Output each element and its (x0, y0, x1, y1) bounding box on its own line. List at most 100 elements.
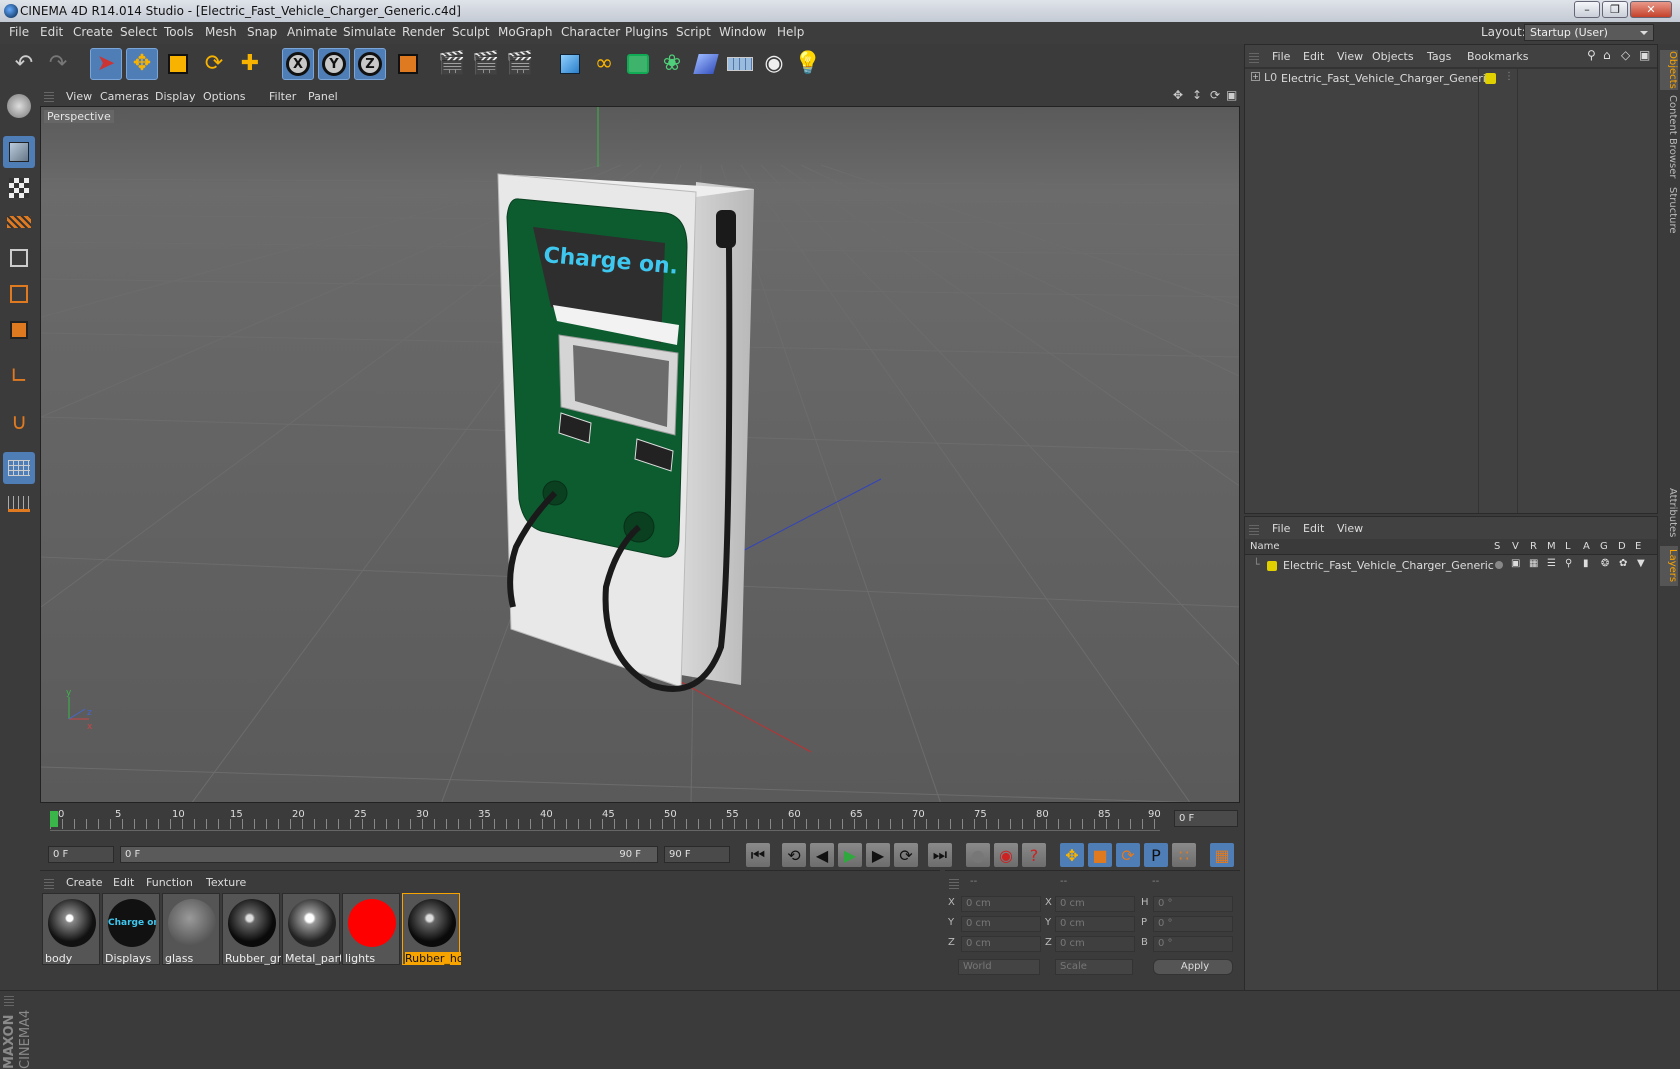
size-y-field[interactable]: 0 cm (1055, 916, 1135, 932)
polygons-mode-icon[interactable] (3, 314, 35, 346)
menu-simulate[interactable]: Simulate (343, 25, 396, 39)
go-to-start-icon[interactable]: ⏮ (746, 843, 770, 867)
menu-select[interactable]: Select (120, 25, 157, 39)
lock-toggle-icon[interactable]: ⚲ (1565, 558, 1572, 569)
layers-menu-view[interactable]: View (1337, 522, 1363, 535)
model-mode-icon[interactable] (3, 136, 35, 168)
material-swatch-rubber-grip[interactable]: Rubber_gri (222, 893, 280, 965)
edges-mode-icon[interactable] (3, 278, 35, 310)
viewport-menu-panel[interactable]: Panel (308, 90, 338, 103)
timeline-track[interactable]: 0 5 10 15 20 25 30 35 40 45 50 55 60 65 … (50, 809, 1160, 831)
auto-keying-icon[interactable]: ◉ (994, 843, 1018, 867)
rotation-b-field[interactable]: 0 ° (1153, 936, 1233, 952)
rotate-icon[interactable]: ⟳ (198, 48, 230, 80)
axis-mode-icon[interactable]: ∟ (3, 360, 35, 392)
viewport-menu-filter[interactable]: Filter (269, 90, 296, 103)
keyframe-selection-icon[interactable]: ? (1022, 843, 1046, 867)
column-deformers[interactable]: D (1618, 541, 1626, 552)
material-menu-edit[interactable]: Edit (113, 876, 134, 889)
key-position-icon[interactable]: ✥ (1060, 843, 1084, 867)
timeline-window-icon[interactable]: ▦ (1210, 843, 1234, 867)
apply-button[interactable]: Apply (1153, 959, 1233, 975)
key-rotation-icon[interactable]: ⟳ (1116, 843, 1140, 867)
position-x-field[interactable]: 0 cm (961, 896, 1041, 912)
viewport-menu-view[interactable]: View (66, 90, 92, 103)
generator-toggle-icon[interactable]: ❂ (1601, 558, 1609, 569)
menu-script[interactable]: Script (676, 25, 711, 39)
material-swatch-body[interactable]: body (42, 893, 100, 965)
start-frame-field[interactable]: 0 F (48, 846, 114, 863)
rotation-p-field[interactable]: 0 ° (1153, 916, 1233, 932)
manager-toggle-icon[interactable]: ☰ (1547, 558, 1556, 569)
expression-toggle-icon[interactable]: ▼ (1637, 558, 1645, 569)
move-icon[interactable]: ✥ (126, 48, 158, 80)
floor-icon[interactable] (724, 48, 756, 80)
undo-icon[interactable]: ↶ (8, 48, 40, 80)
menu-window[interactable]: Window (719, 25, 766, 39)
x-axis-icon[interactable]: X (282, 48, 314, 80)
material-swatch-metal-part[interactable]: Metal_part (282, 893, 340, 965)
menu-sculpt[interactable]: Sculpt (452, 25, 489, 39)
material-menu-function[interactable]: Function (146, 876, 193, 889)
previous-key-icon[interactable]: ⟲ (782, 843, 806, 867)
key-parameter-icon[interactable]: P (1144, 843, 1168, 867)
layer-color-swatch[interactable] (1485, 73, 1496, 84)
layer-color-swatch[interactable] (1267, 561, 1277, 571)
size-z-field[interactable]: 0 cm (1055, 936, 1135, 952)
key-scale-icon[interactable]: ■ (1088, 843, 1112, 867)
array-icon[interactable]: ❀ (656, 48, 688, 80)
next-frame-icon[interactable]: ▶ (866, 843, 890, 867)
column-locked[interactable]: L (1565, 541, 1571, 552)
tab-attributes[interactable]: Attributes (1660, 484, 1678, 542)
objects-menu-bookmarks[interactable]: Bookmarks (1467, 50, 1528, 63)
column-expressions[interactable]: E (1635, 541, 1641, 552)
column-generators[interactable]: G (1600, 541, 1608, 552)
objects-menu-tags[interactable]: Tags (1427, 50, 1451, 63)
rotation-h-field[interactable]: 0 ° (1153, 896, 1233, 912)
menu-edit[interactable]: Edit (40, 25, 63, 39)
animation-toggle-icon[interactable]: ▮ (1583, 558, 1589, 569)
perspective-viewport[interactable]: Charge on. y z x Perspective (40, 106, 1240, 803)
object-row[interactable]: + L0 Electric_Fast_Vehicle_Charger_Gener… (1249, 71, 1649, 87)
play-icon[interactable]: ▶ (838, 843, 862, 867)
lock-workplane-icon[interactable] (3, 488, 35, 520)
world-dropdown[interactable]: World (958, 959, 1040, 975)
menu-tools[interactable]: Tools (164, 25, 194, 39)
menu-help[interactable]: Help (777, 25, 804, 39)
collapse-icon[interactable]: ◇ (1621, 48, 1630, 62)
make-editable-icon[interactable] (3, 90, 35, 122)
column-name[interactable]: Name (1250, 541, 1280, 552)
viewport-rotate-icon[interactable]: ⟳ (1210, 88, 1220, 102)
render-view-icon[interactable]: 🎬 (436, 48, 468, 80)
column-manager[interactable]: M (1547, 541, 1556, 552)
home-icon[interactable]: ⌂ (1603, 48, 1611, 62)
coordinate-system-icon[interactable] (392, 48, 424, 80)
timeline-playhead[interactable] (50, 811, 58, 827)
viewport-zoom-icon[interactable]: ↕ (1192, 88, 1202, 102)
objects-menu-objects[interactable]: Objects (1372, 50, 1414, 63)
objects-menu-edit[interactable]: Edit (1303, 50, 1324, 63)
material-menu-texture[interactable]: Texture (206, 876, 246, 889)
go-to-end-icon[interactable]: ⏭ (928, 843, 952, 867)
column-render[interactable]: R (1530, 541, 1537, 552)
record-keys-icon[interactable]: ● (966, 843, 990, 867)
column-solo[interactable]: S (1494, 541, 1500, 552)
light-icon[interactable]: 💡 (792, 48, 824, 80)
key-pla-icon[interactable]: ∷ (1172, 843, 1196, 867)
menu-create[interactable]: Create (73, 25, 113, 39)
camera-icon[interactable]: ◉ (758, 48, 790, 80)
tab-content-browser[interactable]: Content Browser (1660, 94, 1678, 180)
menu-file[interactable]: File (9, 25, 29, 39)
material-swatch-rubber-hose[interactable]: Rubber_ho (402, 893, 460, 965)
redo-icon[interactable]: ↷ (42, 48, 74, 80)
position-y-field[interactable]: 0 cm (961, 916, 1041, 932)
close-button[interactable]: ✕ (1630, 1, 1672, 18)
visibility-dots-icon[interactable]: ⋮ (1504, 71, 1514, 82)
object-name[interactable]: Electric_Fast_Vehicle_Charger_Generic (1281, 72, 1492, 85)
frame-range-slider[interactable]: 0 F 90 F (120, 846, 658, 863)
render-settings-icon[interactable]: 🎬 (504, 48, 536, 80)
points-mode-icon[interactable] (3, 242, 35, 274)
new-window-icon[interactable]: ▣ (1639, 48, 1650, 62)
live-selection-icon[interactable]: ➤ (90, 48, 122, 80)
position-z-field[interactable]: 0 cm (961, 936, 1041, 952)
